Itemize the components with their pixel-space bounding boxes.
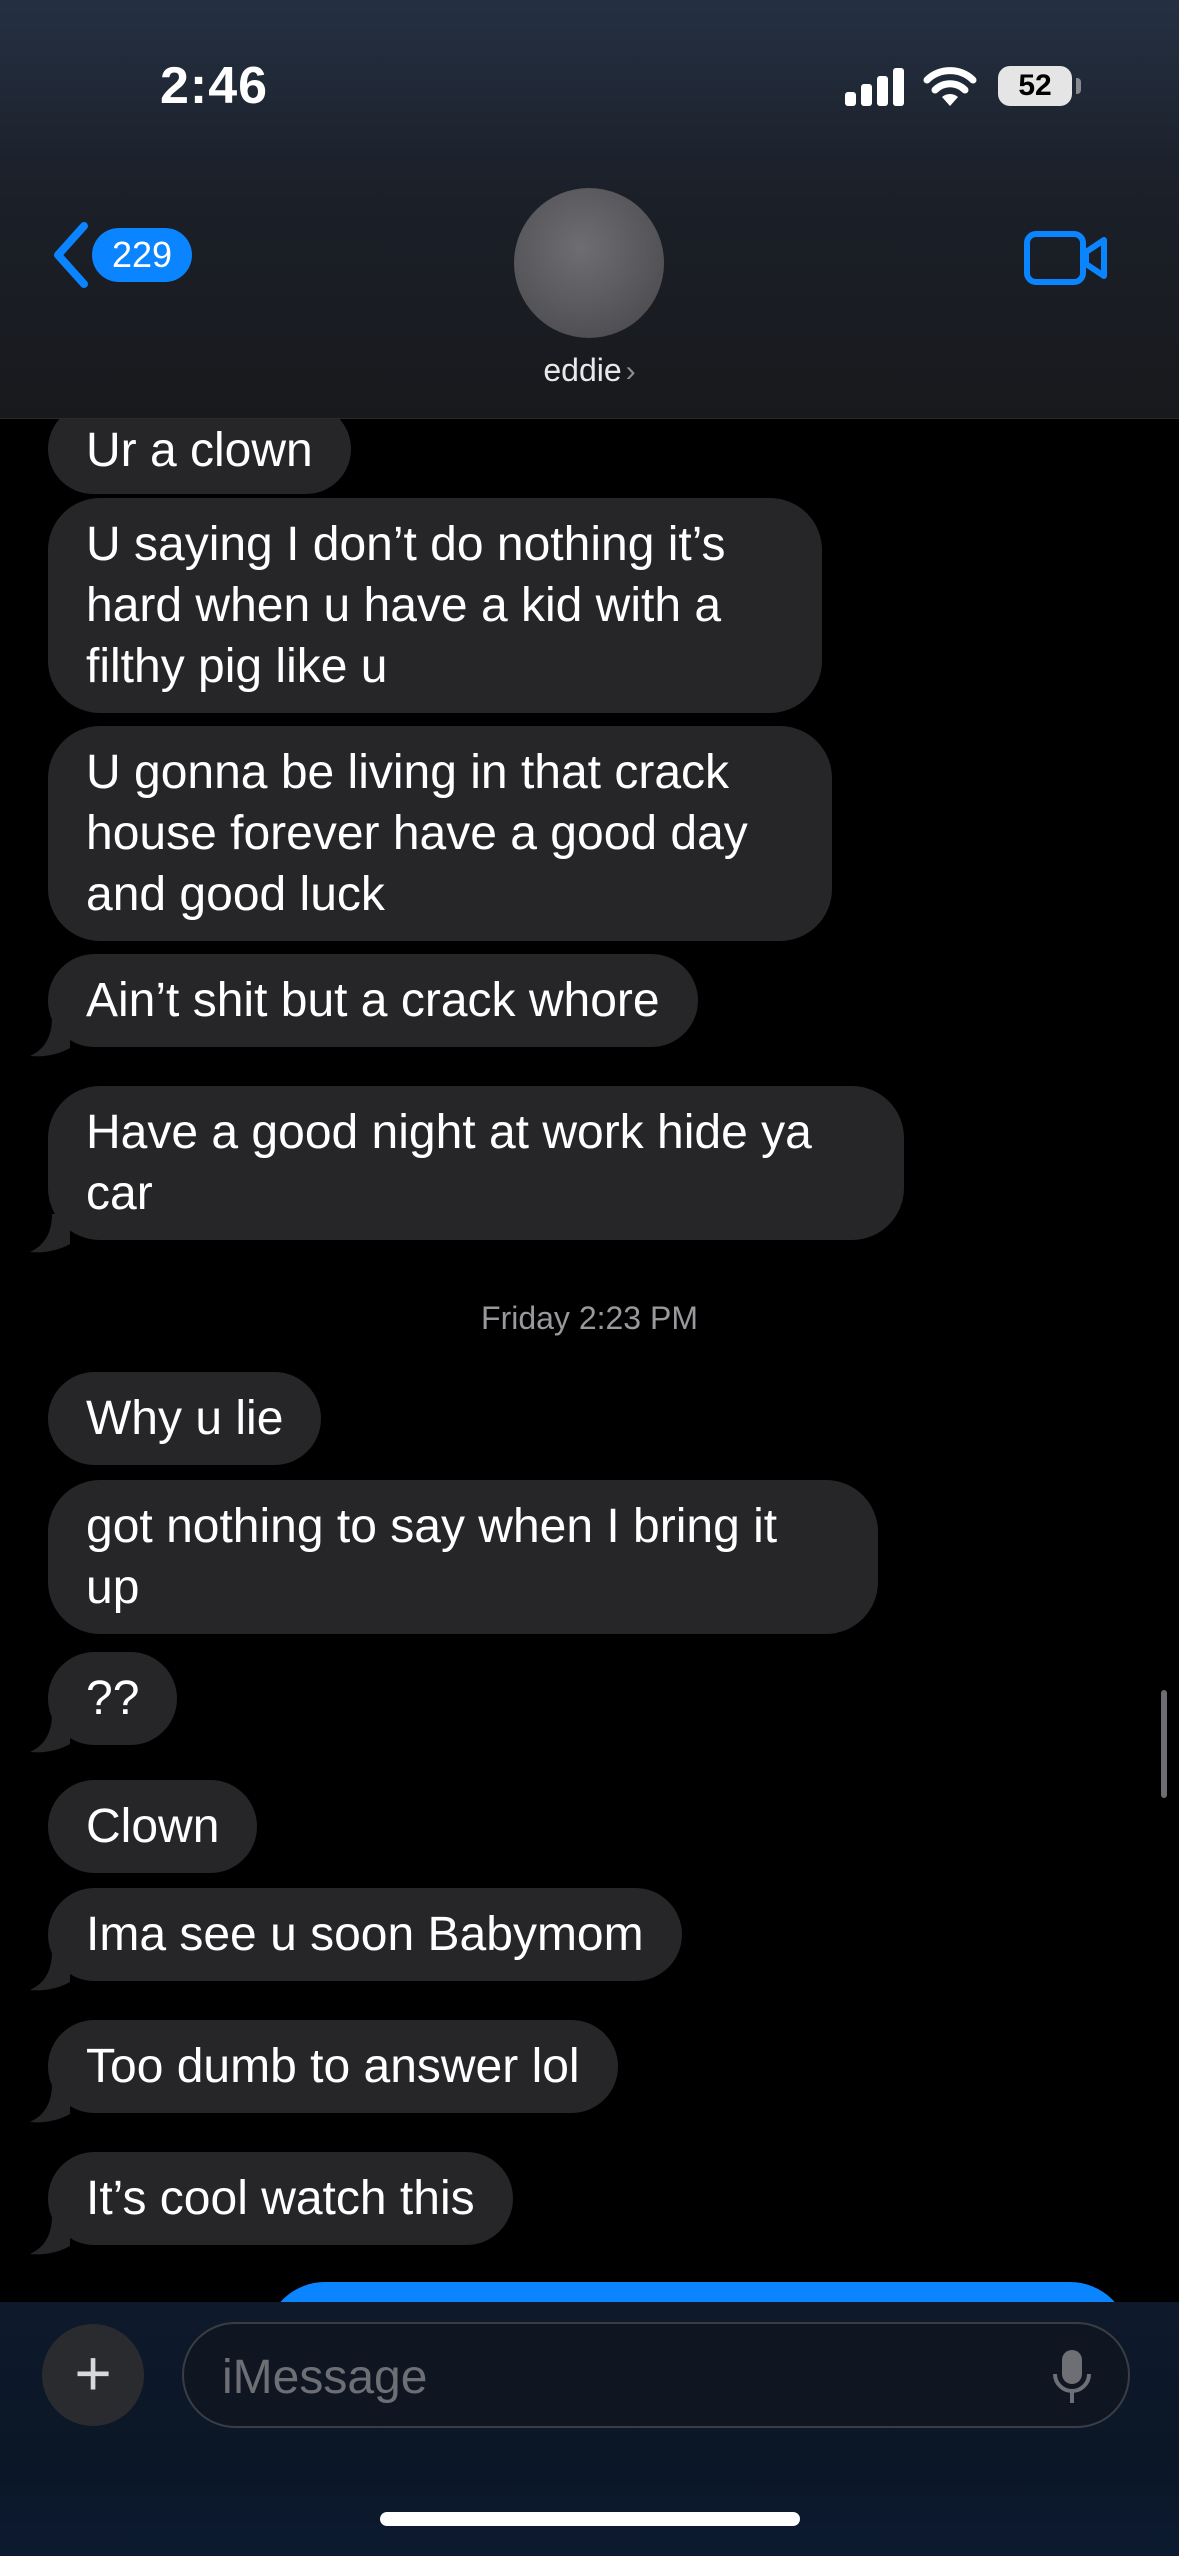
message-bubble[interactable]: U saying I don’t do nothing it’s hard wh… — [48, 498, 822, 713]
contact-name-button[interactable]: eddie › — [0, 352, 1179, 389]
imessage-placeholder: iMessage — [222, 2351, 428, 2404]
battery-nub — [1076, 78, 1081, 94]
bubble-tail — [30, 1214, 70, 1253]
bubble-tail — [30, 1714, 70, 1753]
message-bubble[interactable]: U gonna be living in that crack house fo… — [48, 726, 832, 941]
bubble-tail — [30, 1952, 70, 1991]
bubble-tail — [30, 1018, 70, 1057]
conversation-header: 2:46 52 229 eddie › — [0, 0, 1179, 419]
apps-plus-button[interactable]: + — [42, 2324, 144, 2426]
message-timestamp: Friday 2:23 PM — [481, 1300, 698, 1336]
wifi-icon — [923, 67, 977, 106]
contact-name: eddie — [543, 352, 622, 388]
imessage-input[interactable]: iMessage — [182, 2322, 1130, 2428]
microphone-icon[interactable] — [1052, 2348, 1092, 2406]
message-bubble[interactable]: Why u lie — [48, 1372, 322, 1465]
cellular-signal-icon — [845, 66, 905, 106]
scrollbar[interactable] — [1161, 1690, 1167, 1798]
message-bubble[interactable]: Have a good night at work hide ya car — [48, 1086, 904, 1240]
battery-indicator: 52 — [998, 66, 1072, 106]
back-button[interactable]: 229 — [48, 220, 198, 290]
message-bubble[interactable]: Clown — [48, 1780, 258, 1873]
home-indicator[interactable] — [380, 2512, 800, 2526]
message-bubble[interactable]: got nothing to say when I bring it up — [48, 1480, 878, 1634]
message-bubble[interactable]: Ima see u soon Babymom — [48, 1888, 682, 1981]
chevron-left-icon — [54, 222, 88, 288]
message-bubble[interactable]: Too dumb to answer lol — [48, 2020, 618, 2113]
facetime-video-icon[interactable] — [1024, 228, 1108, 288]
message-bubble[interactable]: Ain’t shit but a crack whore — [48, 954, 698, 1047]
status-time: 2:46 — [160, 57, 269, 115]
chevron-right-icon: › — [625, 355, 636, 388]
contact-avatar[interactable] — [514, 188, 664, 338]
bubble-tail — [30, 2216, 70, 2255]
unread-count-badge: 229 — [92, 228, 192, 282]
bubble-tail — [30, 2084, 70, 2123]
message-bubble[interactable]: It’s cool watch this — [48, 2152, 513, 2245]
